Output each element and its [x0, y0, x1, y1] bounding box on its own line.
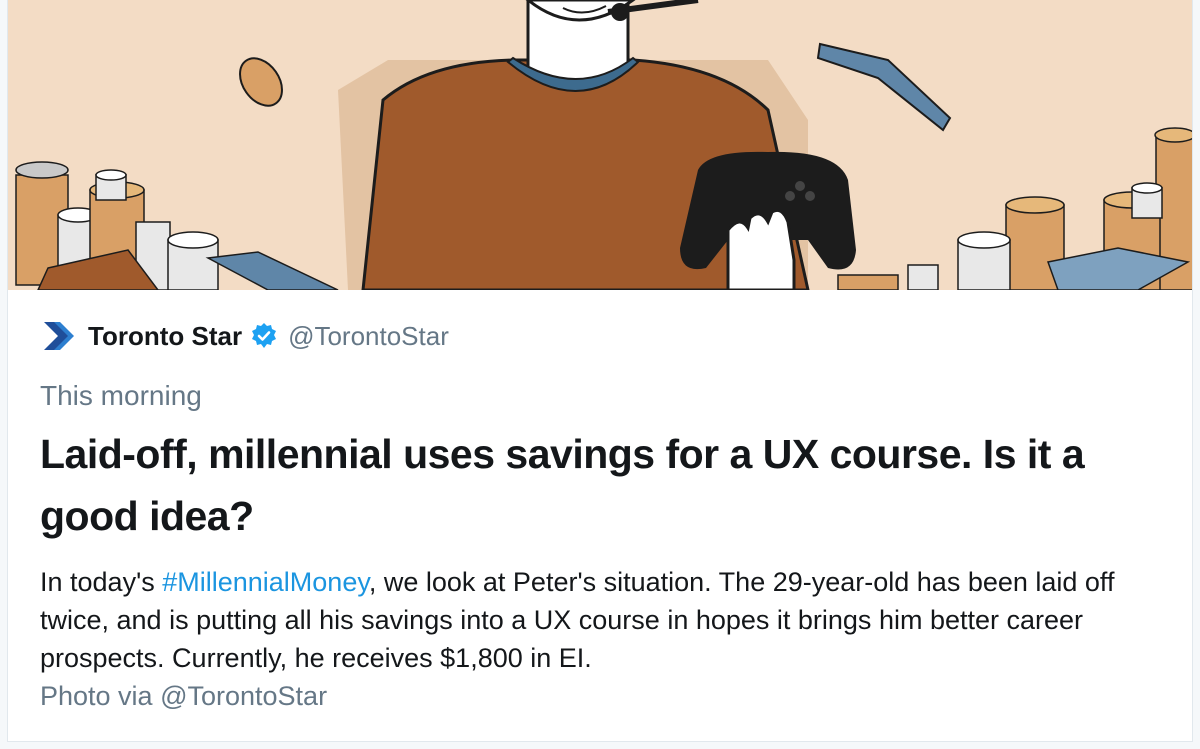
- article-headline[interactable]: Laid-off, millennial uses savings for a …: [40, 423, 1180, 547]
- toronto-star-logo-icon: [40, 320, 78, 352]
- tweet-meta: Toronto Star @TorontoStar This morning L…: [8, 290, 1192, 741]
- tweet-card[interactable]: Toronto Star @TorontoStar This morning L…: [7, 0, 1193, 742]
- article-summary: In today's #MillennialMoney, we look at …: [40, 563, 1180, 677]
- summary-text-start: In today's: [40, 567, 163, 597]
- hashtag-link[interactable]: #MillennialMoney: [162, 567, 369, 597]
- author-row[interactable]: Toronto Star @TorontoStar: [40, 320, 449, 352]
- author-name[interactable]: Toronto Star: [88, 321, 242, 352]
- photo-credit: Photo via @TorontoStar: [40, 681, 328, 711]
- author-handle[interactable]: @TorontoStar: [288, 321, 449, 352]
- article-hero-image[interactable]: [8, 0, 1192, 290]
- verified-badge-icon: [250, 322, 278, 350]
- timestamp: This morning: [40, 380, 202, 411]
